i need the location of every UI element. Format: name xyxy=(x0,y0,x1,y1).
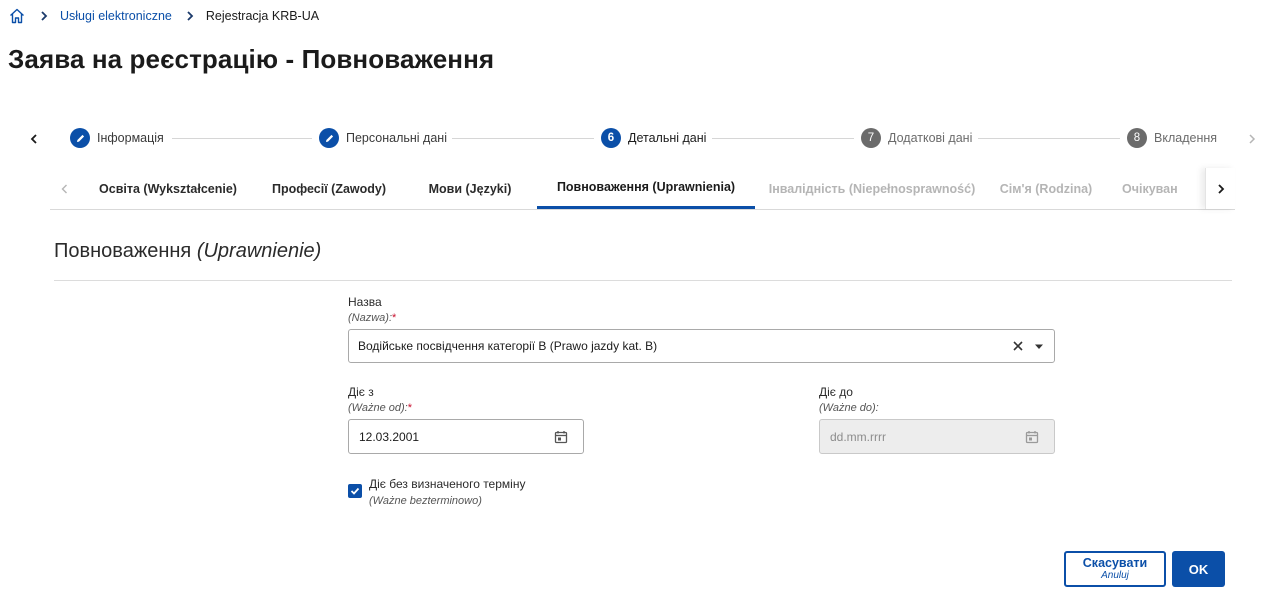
valid-from-sublabel: (Ważne od):* xyxy=(348,402,412,414)
indefinite-checkbox[interactable] xyxy=(348,484,362,498)
home-icon[interactable] xyxy=(8,7,26,25)
calendar-icon xyxy=(1024,429,1040,445)
step-connector xyxy=(978,138,1120,139)
valid-from-value: 12.03.2001 xyxy=(359,429,420,444)
chevron-right-icon xyxy=(184,10,196,22)
divider xyxy=(54,280,1232,281)
valid-to-sublabel: (Ważne do): xyxy=(819,402,879,414)
section-title-uk: Повноваження xyxy=(54,240,192,262)
valid-to-input[interactable]: dd.mm.rrrr xyxy=(819,419,1055,454)
cancel-button[interactable]: Скасувати Anuluj xyxy=(1064,551,1166,587)
tab-family[interactable]: Сім'я (Rodzina) xyxy=(984,168,1108,209)
required-marker: * xyxy=(407,402,412,414)
breadcrumb: Usługi elektroniczne Rejestracja KRB-UA xyxy=(8,6,319,26)
section-title: Повноваження (Uprawnienie) xyxy=(54,240,321,263)
tab-bar: Освіта (Wykształcenie) Професії (Zawody)… xyxy=(50,168,1235,210)
step-personal[interactable]: Персональні дані xyxy=(319,128,447,148)
valid-to-placeholder: dd.mm.rrrr xyxy=(830,429,886,444)
chevron-right-icon xyxy=(38,10,50,22)
tab-disability[interactable]: Інвалідність (Niepełnosprawność) xyxy=(766,168,978,209)
step-label: Вкладення xyxy=(1154,131,1218,145)
checkmark-icon xyxy=(350,487,360,495)
pencil-icon xyxy=(319,128,339,148)
step-label: Персональні дані xyxy=(346,131,447,145)
pencil-icon xyxy=(70,128,90,148)
step-attachments[interactable]: 8 Вкладення xyxy=(1127,128,1217,148)
indefinite-label[interactable]: Діє без визначеного терміну xyxy=(369,477,525,491)
step-number: 7 xyxy=(861,128,881,148)
tab-expectations[interactable]: Очікуван xyxy=(1122,168,1212,209)
tabs-next-icon[interactable] xyxy=(1205,168,1235,209)
name-label: Назва xyxy=(348,295,382,309)
valid-from-label: Діє з xyxy=(348,385,374,399)
step-number: 6 xyxy=(601,128,621,148)
valid-to-label: Діє до xyxy=(819,385,853,399)
step-number: 8 xyxy=(1127,128,1147,148)
step-connector xyxy=(452,138,594,139)
page-title: Заява на реєстрацію - Повноваження xyxy=(8,44,495,74)
ok-button[interactable]: OK xyxy=(1172,551,1225,587)
required-marker: * xyxy=(392,312,397,324)
section-title-pl: (Uprawnienie) xyxy=(196,240,322,262)
name-sublabel: (Nazwa):* xyxy=(348,312,397,324)
step-informacja[interactable]: Інформація xyxy=(70,128,164,148)
clear-icon[interactable] xyxy=(1010,338,1026,354)
step-label: Інформація xyxy=(97,131,164,145)
tab-permissions[interactable]: Повноваження (Uprawnienia) xyxy=(537,168,755,209)
step-detailed[interactable]: 6 Детальні дані xyxy=(601,128,706,148)
breadcrumb-link-uslugi[interactable]: Usługi elektroniczne xyxy=(60,9,172,23)
step-connector xyxy=(172,138,312,139)
breadcrumb-current: Rejestracja KRB-UA xyxy=(205,9,320,23)
cancel-button-sublabel: Anuluj xyxy=(1101,570,1129,581)
tab-education[interactable]: Освіта (Wykształcenie) xyxy=(88,168,248,209)
tab-professions[interactable]: Професії (Zawody) xyxy=(260,168,398,209)
caret-down-icon[interactable] xyxy=(1034,343,1044,351)
stepper-next-icon[interactable] xyxy=(1243,130,1261,148)
step-label: Додаткові дані xyxy=(888,131,973,145)
step-connector xyxy=(712,138,854,139)
indefinite-sublabel: (Ważne bezterminowo) xyxy=(369,495,482,507)
calendar-icon[interactable] xyxy=(553,429,569,445)
tabs-prev-icon[interactable] xyxy=(56,180,74,198)
stepper: Інформація Персональні дані 6 Детальні д… xyxy=(0,124,1281,154)
stepper-prev-icon[interactable] xyxy=(25,130,43,148)
name-select-value: Водійське посвідчення категорії B (Prawo… xyxy=(358,339,658,353)
name-select[interactable]: Водійське посвідчення категорії B (Prawo… xyxy=(348,329,1055,363)
tab-languages[interactable]: Мови (Języki) xyxy=(412,168,528,209)
cancel-button-label: Скасувати xyxy=(1082,556,1148,570)
step-additional[interactable]: 7 Додаткові дані xyxy=(861,128,972,148)
step-label: Детальні дані xyxy=(628,131,707,145)
valid-from-input[interactable]: 12.03.2001 xyxy=(348,419,584,454)
